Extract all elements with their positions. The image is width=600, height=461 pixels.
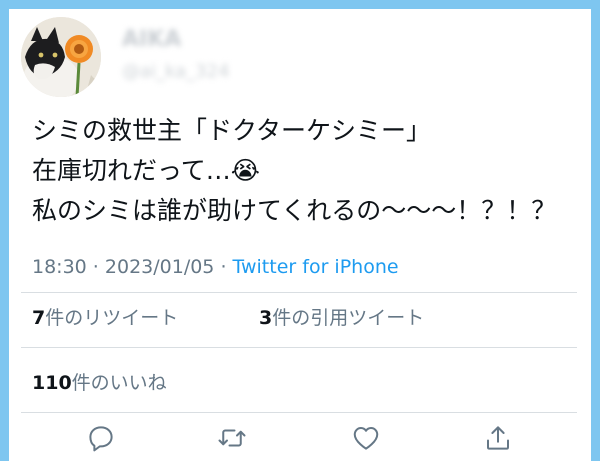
tweet-text-line: シミの救世主「ドクターケシミー」	[32, 116, 432, 145]
tweet-card: AIKA @ai_ka_324 シミの救世主「ドクターケシミー」 在庫切れだって…	[9, 9, 591, 461]
tweet-time[interactable]: 18:30	[32, 256, 87, 278]
retweet-icon[interactable]	[217, 423, 247, 453]
likes-label: 件のいいね	[71, 372, 167, 394]
tweet-meta: 18:30 · 2023/01/05 · Twitter for iPhone	[32, 256, 399, 278]
likes-stat[interactable]: 110件のいいね	[32, 368, 167, 395]
quotes-label: 件の引用ツイート	[272, 307, 425, 329]
tweet-text: シミの救世主「ドクターケシミー」 在庫切れだって…😭 私のシミは誰が助けてくれる…	[32, 111, 582, 231]
avatar[interactable]	[21, 17, 101, 97]
retweets-count: 7	[32, 307, 46, 329]
divider	[21, 347, 577, 348]
likes-count: 110	[32, 372, 72, 394]
display-name[interactable]: AIKA	[122, 27, 181, 52]
reply-icon[interactable]	[86, 423, 116, 453]
divider	[21, 412, 577, 413]
user-handle[interactable]: @ai_ka_324	[122, 61, 230, 82]
quotes-count: 3	[259, 307, 273, 329]
tweet-text-line: 在庫切れだって…😭	[32, 156, 260, 185]
retweets-label: 件のリツイート	[45, 307, 179, 329]
meta-separator: ·	[86, 256, 105, 278]
divider	[21, 292, 577, 293]
share-icon[interactable]	[483, 423, 513, 453]
like-icon[interactable]	[351, 423, 381, 453]
meta-separator: ·	[214, 256, 233, 278]
tweet-source-link[interactable]: Twitter for iPhone	[233, 256, 399, 278]
tweet-date[interactable]: 2023/01/05	[105, 256, 215, 278]
retweets-stat[interactable]: 7件のリツイート	[32, 303, 178, 330]
avatar-image	[21, 17, 101, 97]
tweet-text-line: 私のシミは誰が助けてくれるの〜〜〜！？！？	[32, 196, 557, 225]
quotes-stat[interactable]: 3件の引用ツイート	[259, 303, 424, 330]
